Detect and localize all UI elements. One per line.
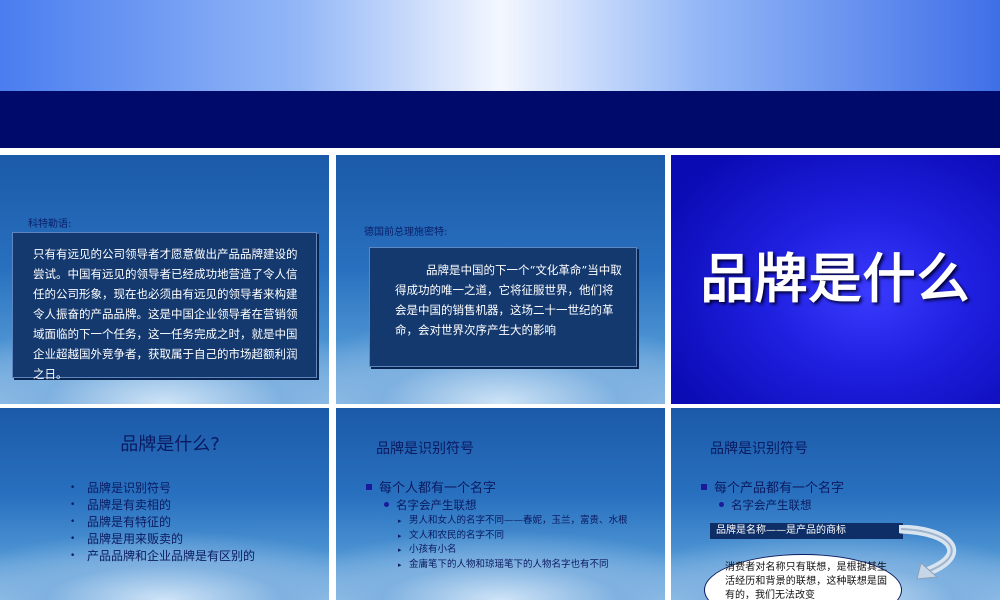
square-bullet-icon — [366, 483, 372, 490]
list-item: 品牌是有卖相的 — [70, 497, 255, 514]
slide-title: 品牌是什么? — [120, 434, 220, 455]
list-item: 产品品牌和企业品牌是有区别的 — [70, 548, 255, 565]
slide-thumbnail-5[interactable]: 品牌是识别符号 每个人都有一个名字 名字会产生联想 男人和女人的名字不同——春妮… — [336, 408, 665, 600]
callout-text: 消费者对名称只有联想，是根据其生活经历和背景的联想，这种联想是固有的，我们无法改… — [725, 562, 887, 600]
level2-item: 名字会产生联想 — [384, 497, 477, 513]
level2-text: 名字会产生联想 — [731, 498, 812, 512]
level1-text: 每个人都有一个名字 — [379, 481, 497, 496]
level1-text: 每个产品都有一个名字 — [714, 481, 845, 496]
level3-list: 男人和女人的名字不同——春妮，玉兰，富贵、水根 文人和农民的名字不同 小孩有小名… — [398, 514, 653, 572]
quote-box: 只有有远见的公司领导者才愿意做出产品品牌建设的尝试。中国有远见的领导者已经成功地… — [12, 232, 317, 381]
slide-title: 品牌是什么 — [700, 249, 971, 310]
level1-item: 每个产品都有一个名字 — [701, 477, 844, 496]
header-banner — [0, 0, 1000, 150]
list-item: 品牌是识别符号 — [70, 480, 255, 497]
slide-thumbnail-4[interactable]: 品牌是什么? 品牌是识别符号 品牌是有卖相的 品牌是有特征的 品牌是用来贩卖的 … — [0, 408, 329, 600]
speaker-label: 德国前总理施密特: — [364, 227, 448, 238]
list-item: 男人和女人的名字不同——春妮，玉兰，富贵、水根 — [398, 514, 653, 529]
header-gradient — [0, 0, 1000, 91]
square-bullet-icon — [701, 483, 707, 490]
quote-box: 品牌是中国的下一个“文化革命”当中取得成功的唯一之道，它将征服世界，他们将会是中… — [369, 247, 637, 367]
level2-item: 名字会产生联想 — [719, 497, 812, 513]
list-item: 品牌是用来贩卖的 — [70, 531, 255, 548]
dot-bullet-icon — [384, 501, 389, 507]
list-item: 金庸笔下的人物和琼瑶笔下的人物名字也有不同 — [398, 558, 653, 573]
speaker-label: 科特勒语: — [28, 219, 72, 230]
slide-title: 品牌是识别符号 — [710, 441, 808, 457]
dot-bullet-icon — [719, 501, 724, 507]
list-item: 文人和农民的名字不同 — [398, 529, 653, 544]
header-dark-band — [0, 91, 1000, 148]
bullet-list: 品牌是识别符号 品牌是有卖相的 品牌是有特征的 品牌是用来贩卖的 产品品牌和企业… — [70, 480, 255, 565]
slide-thumbnail-6[interactable]: 品牌是识别符号 每个产品都有一个名字 名字会产生联想 品牌是名称——是产品的商标… — [671, 408, 1000, 600]
curved-arrow-icon — [899, 525, 957, 580]
list-item: 品牌是有特征的 — [70, 514, 255, 531]
slide-thumbnail-2[interactable]: 德国前总理施密特: 品牌是中国的下一个“文化革命”当中取得成功的唯一之道，它将征… — [336, 155, 665, 404]
slide-title: 品牌是识别符号 — [376, 441, 474, 457]
slide-thumbnail-3[interactable]: 品牌是什么 — [671, 155, 1000, 404]
list-item: 小孩有小名 — [398, 543, 653, 558]
level1-item: 每个人都有一个名字 — [366, 477, 496, 496]
level2-text: 名字会产生联想 — [396, 498, 477, 512]
slide-thumbnail-1[interactable]: 科特勒语: 只有有远见的公司领导者才愿意做出产品品牌建设的尝试。中国有远见的领导… — [0, 155, 329, 404]
brand-label-bar: 品牌是名称——是产品的商标 — [710, 523, 903, 539]
